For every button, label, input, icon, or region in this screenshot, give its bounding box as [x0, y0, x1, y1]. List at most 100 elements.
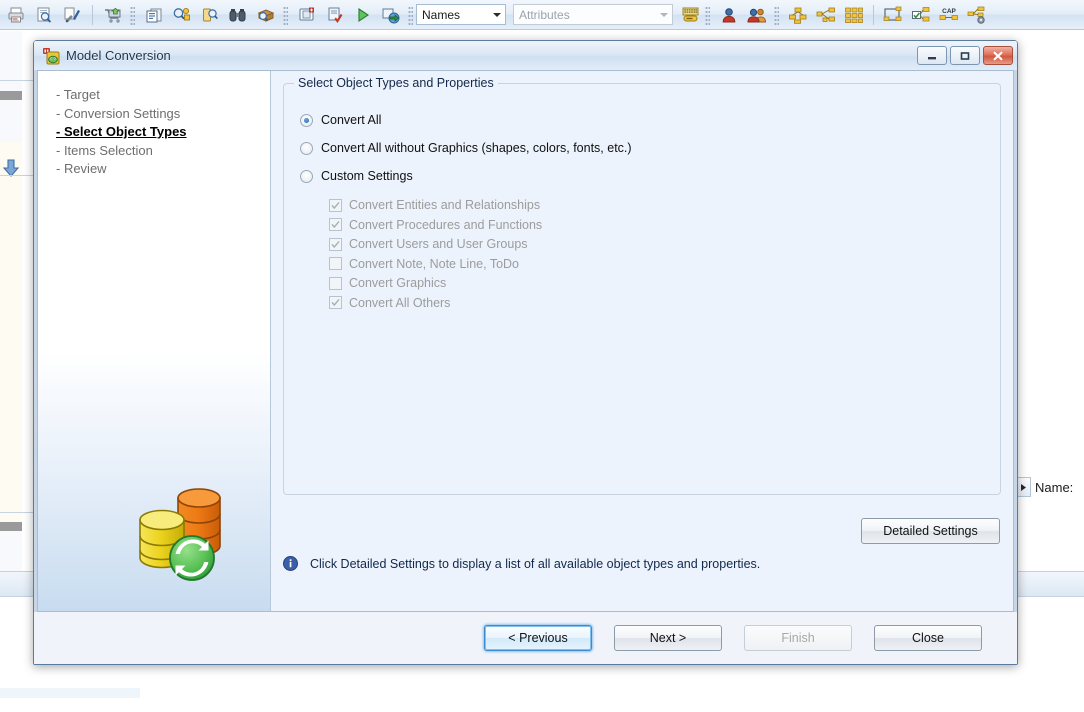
toolbar-group-find — [138, 2, 282, 28]
minimize-button[interactable] — [917, 46, 947, 65]
down-arrow-icon[interactable] — [2, 159, 20, 180]
finish-button-label: Finish — [781, 631, 815, 645]
maximize-button[interactable] — [950, 46, 980, 65]
checkbox-convert-procedures-and-functions: Convert Procedures and Functions — [329, 218, 542, 232]
sidebar-item-select-object-types[interactable]: - Select Object Types — [56, 123, 270, 142]
hierarchic-layout-icon[interactable] — [785, 3, 811, 27]
toolbar-group-cart — [97, 2, 129, 28]
checkbox-label: Convert Graphics — [349, 276, 447, 290]
info-icon — [283, 556, 298, 571]
wizard-sidebar: - Target - Conversion Settings - Select … — [38, 71, 271, 611]
database-conversion-icon — [130, 476, 248, 589]
name-field-panel: Name: — [1016, 474, 1084, 500]
next-button-label: Next > — [649, 631, 687, 645]
names-dropdown[interactable]: Names — [416, 4, 506, 25]
radio-convert-all-without-graphics-label: Convert All without Graphics (shapes, co… — [321, 141, 632, 155]
checkbox-label: Convert Note, Note Line, ToDo — [349, 256, 520, 271]
previous-button-label: < Previous — [508, 631, 568, 645]
toolbar-gripper-1[interactable] — [130, 4, 135, 25]
grid-layout-icon[interactable] — [841, 3, 867, 27]
forward-engineer-icon[interactable] — [378, 3, 404, 27]
checkbox-indicator — [329, 237, 342, 251]
attributes-dropdown-value: Attributes — [519, 7, 570, 22]
close-dialog-button-label: Close — [912, 631, 944, 645]
finish-button: Finish — [744, 625, 852, 651]
subject-area-icon[interactable] — [880, 3, 906, 27]
next-button[interactable]: Next > — [614, 625, 722, 651]
detailed-settings-label: Detailed Settings — [883, 524, 978, 538]
dialog-footer: < Previous Next > Finish Close — [34, 612, 1017, 664]
dialog-body: - Target - Conversion Settings - Select … — [37, 70, 1014, 612]
checkbox-convert-note-note-line-todo: Convert Note, Note Line, ToDo — [329, 257, 542, 271]
sidebar-item-items-selection[interactable]: - Items Selection — [56, 142, 270, 161]
radio-button-indicator — [300, 169, 313, 183]
dialog-titlebar[interactable]: Model Conversion — [34, 41, 1017, 70]
toolbar-divider-2 — [873, 4, 874, 25]
checkbox-indicator — [329, 296, 342, 309]
checkbox-convert-users-and-user-groups: Convert Users and User Groups — [329, 237, 542, 251]
sidebar-item-review[interactable]: - Review — [56, 160, 270, 179]
user-icon[interactable] — [716, 3, 742, 27]
checkbox-convert-graphics: Convert Graphics — [329, 276, 542, 290]
find-icon[interactable] — [197, 3, 223, 27]
svg-text:CAP: CAP — [942, 8, 956, 15]
orthogonal-layout-icon[interactable] — [813, 3, 839, 27]
checkbox-label: Convert Entities and Relationships — [349, 198, 541, 212]
toolbar-divider-1 — [92, 4, 93, 25]
document-properties-icon[interactable] — [141, 3, 167, 27]
chevron-down-icon — [660, 12, 668, 17]
run-icon[interactable] — [350, 3, 376, 27]
toolbar-gripper-5[interactable] — [774, 4, 779, 25]
sidebar-item-conversion-settings[interactable]: - Conversion Settings — [56, 105, 270, 124]
print-preview-icon[interactable] — [31, 3, 57, 27]
model-conversion-icon — [42, 47, 60, 65]
checkbox-label: Convert All Others — [349, 295, 451, 310]
checkbox-label: Convert Users and User Groups — [349, 237, 528, 251]
checkbox-indicator — [329, 257, 342, 270]
wizard-steps: - Target - Conversion Settings - Select … — [38, 71, 270, 179]
user-group-icon[interactable] — [744, 3, 770, 27]
validate-model-icon[interactable] — [908, 3, 934, 27]
toolbar-gripper-4[interactable] — [705, 4, 710, 25]
background-footer-hint — [0, 688, 140, 698]
package-search-icon[interactable] — [253, 3, 279, 27]
window-controls — [917, 46, 1013, 65]
radio-custom-settings[interactable]: Custom Settings — [300, 169, 413, 183]
radio-convert-all[interactable]: Convert All — [300, 113, 381, 127]
checkbox-indicator — [329, 218, 342, 231]
close-button[interactable] — [983, 46, 1013, 65]
toolbar-gripper-2[interactable] — [283, 4, 288, 25]
previous-button[interactable]: < Previous — [484, 625, 592, 651]
model-settings-icon[interactable] — [964, 3, 990, 27]
radio-convert-all-without-graphics[interactable]: Convert All without Graphics (shapes, co… — [300, 141, 632, 155]
radio-convert-all-label: Convert All — [321, 113, 382, 127]
keyboard-icon[interactable] — [678, 3, 704, 27]
dialog-title: Model Conversion — [66, 48, 171, 63]
groupbox-title: Select Object Types and Properties — [294, 76, 498, 90]
close-dialog-button[interactable]: Close — [874, 625, 982, 651]
toolbar-group-layout: CAP — [782, 2, 993, 28]
detailed-settings-button[interactable]: Detailed Settings — [861, 518, 1000, 544]
search-model-icon[interactable] — [169, 3, 195, 27]
sidebar-item-target[interactable]: - Target — [56, 86, 270, 105]
main-toolbar: Names Attributes CAP — [0, 0, 1084, 30]
info-message-text: Click Detailed Settings to display a lis… — [310, 556, 761, 571]
toolbar-group-print — [0, 2, 88, 28]
toolbar-group-actions — [291, 2, 407, 28]
chevron-down-icon — [493, 12, 501, 17]
checkbox-indicator — [329, 198, 342, 212]
print-icon[interactable] — [3, 3, 29, 27]
toolbar-gripper-3[interactable] — [408, 4, 413, 25]
checkbox-convert-all-others: Convert All Others — [329, 296, 542, 310]
validate-icon[interactable] — [322, 3, 348, 27]
cap-icon[interactable]: CAP — [936, 3, 962, 27]
shopping-cart-icon[interactable] — [100, 3, 126, 27]
expand-arrow-icon[interactable] — [1016, 477, 1031, 497]
radio-button-indicator — [300, 113, 313, 127]
add-item-icon[interactable] — [294, 3, 320, 27]
binoculars-icon[interactable] — [225, 3, 251, 27]
model-conversion-dialog: Model Conversion - Target - Conversion S… — [33, 40, 1018, 665]
radio-custom-settings-label: Custom Settings — [321, 169, 413, 183]
attributes-dropdown[interactable]: Attributes — [513, 4, 673, 25]
tools-icon[interactable] — [59, 3, 85, 27]
